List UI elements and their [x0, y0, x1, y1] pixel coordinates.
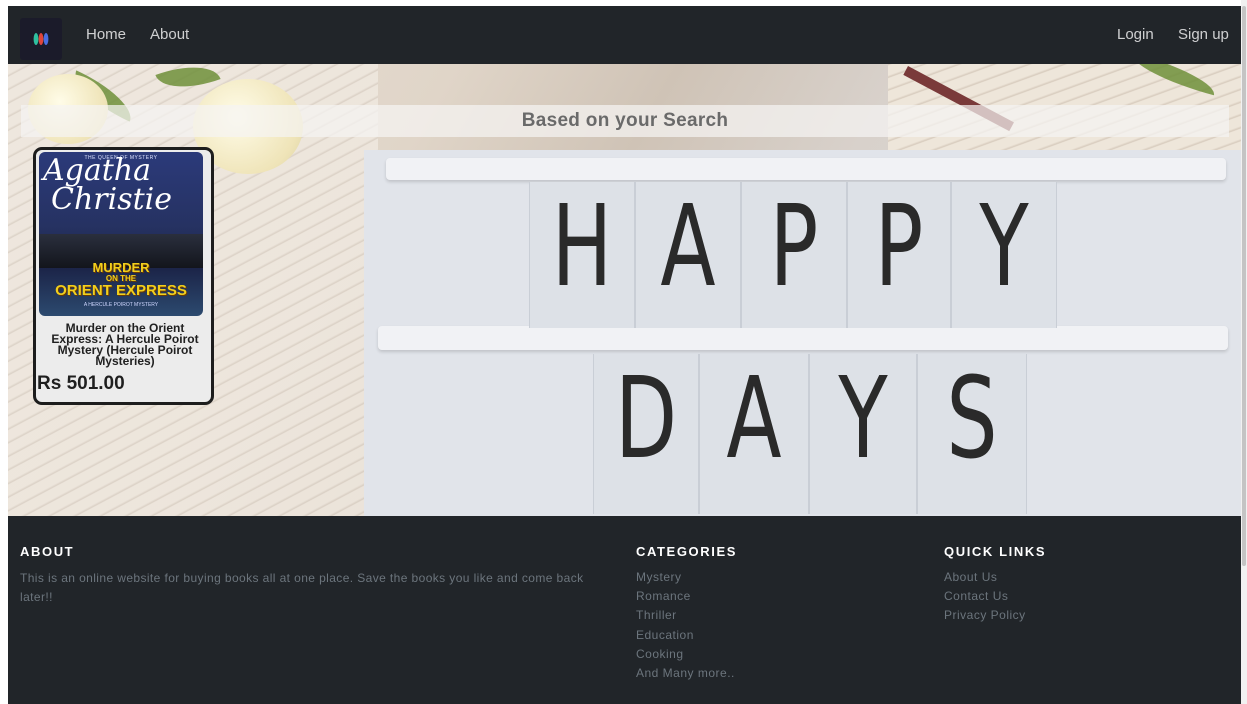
cover-author-last: Christie: [51, 182, 173, 217]
cover-author-first: Agatha: [43, 153, 152, 188]
footer-categories-list: Mystery Romance Thriller Education Cooki…: [636, 568, 735, 683]
letter-tile: H: [529, 182, 635, 328]
category-link-thriller[interactable]: Thriller: [636, 606, 735, 625]
footer-about-heading: ABOUT: [20, 544, 75, 559]
page: Home About Login Sign up H A P P Y D A Y…: [8, 6, 1241, 704]
cover-title: MURDER ON THE ORIENT EXPRESS: [39, 261, 203, 298]
cover-author: Agatha Christie: [43, 153, 203, 217]
footer-about-text: This is an online website for buying boo…: [20, 571, 584, 604]
book-price: Rs 501.00: [37, 373, 125, 394]
letter-tile: A: [699, 354, 809, 514]
category-link-cooking[interactable]: Cooking: [636, 645, 735, 664]
search-results-heading: Based on your Search: [21, 105, 1229, 137]
letter-tile: Y: [951, 182, 1057, 328]
footer-link-contact-us[interactable]: Contact Us: [944, 587, 1026, 606]
letter-tile: A: [635, 182, 741, 328]
board-rail: [386, 158, 1226, 180]
cover-title-line1: MURDER: [92, 260, 150, 275]
category-link-romance[interactable]: Romance: [636, 587, 735, 606]
footer-link-about-us[interactable]: About Us: [944, 568, 1026, 587]
cover-subtitle: A HERCULE POIROT MYSTERY: [83, 302, 159, 308]
nav-signup-link[interactable]: Sign up: [1178, 26, 1229, 44]
footer-quick-links-heading: QUICK LINKS: [944, 544, 1047, 559]
brand-logo[interactable]: [20, 18, 62, 60]
cover-title-line3: ORIENT EXPRESS: [55, 282, 187, 299]
letter-tile: D: [593, 354, 699, 514]
navbar: Home About Login Sign up: [8, 6, 1241, 64]
hero-background-image: H A P P Y D A Y S Based on your Search T…: [8, 64, 1241, 516]
letter-tile: S: [917, 354, 1027, 514]
category-link-more[interactable]: And Many more..: [636, 664, 735, 683]
board-rail: [378, 326, 1228, 350]
nav-about-link[interactable]: About: [150, 26, 189, 44]
logo-icon: [33, 33, 49, 45]
letter-tile: P: [741, 182, 847, 328]
book-title[interactable]: Murder on the Orient Express: A Hercule …: [40, 322, 210, 367]
nav-login-link[interactable]: Login: [1117, 26, 1154, 44]
letter-tile: P: [847, 182, 951, 328]
book-card[interactable]: THE QUEEN OF MYSTERY Agatha Christie MUR…: [33, 147, 214, 405]
footer: ABOUT This is an online website for buyi…: [8, 516, 1241, 704]
book-cover-image[interactable]: THE QUEEN OF MYSTERY Agatha Christie MUR…: [39, 152, 203, 316]
lightbox-board: H A P P Y D A Y S: [364, 150, 1241, 516]
category-link-mystery[interactable]: Mystery: [636, 568, 735, 587]
footer-categories-heading: CATEGORIES: [636, 544, 737, 559]
footer-quick-links-list: About Us Contact Us Privacy Policy: [944, 568, 1026, 626]
category-link-education[interactable]: Education: [636, 626, 735, 645]
footer-link-privacy-policy[interactable]: Privacy Policy: [944, 606, 1026, 625]
letter-tile: Y: [809, 354, 917, 514]
nav-home-link[interactable]: Home: [86, 26, 126, 44]
scrollbar-thumb[interactable]: [1242, 6, 1246, 566]
